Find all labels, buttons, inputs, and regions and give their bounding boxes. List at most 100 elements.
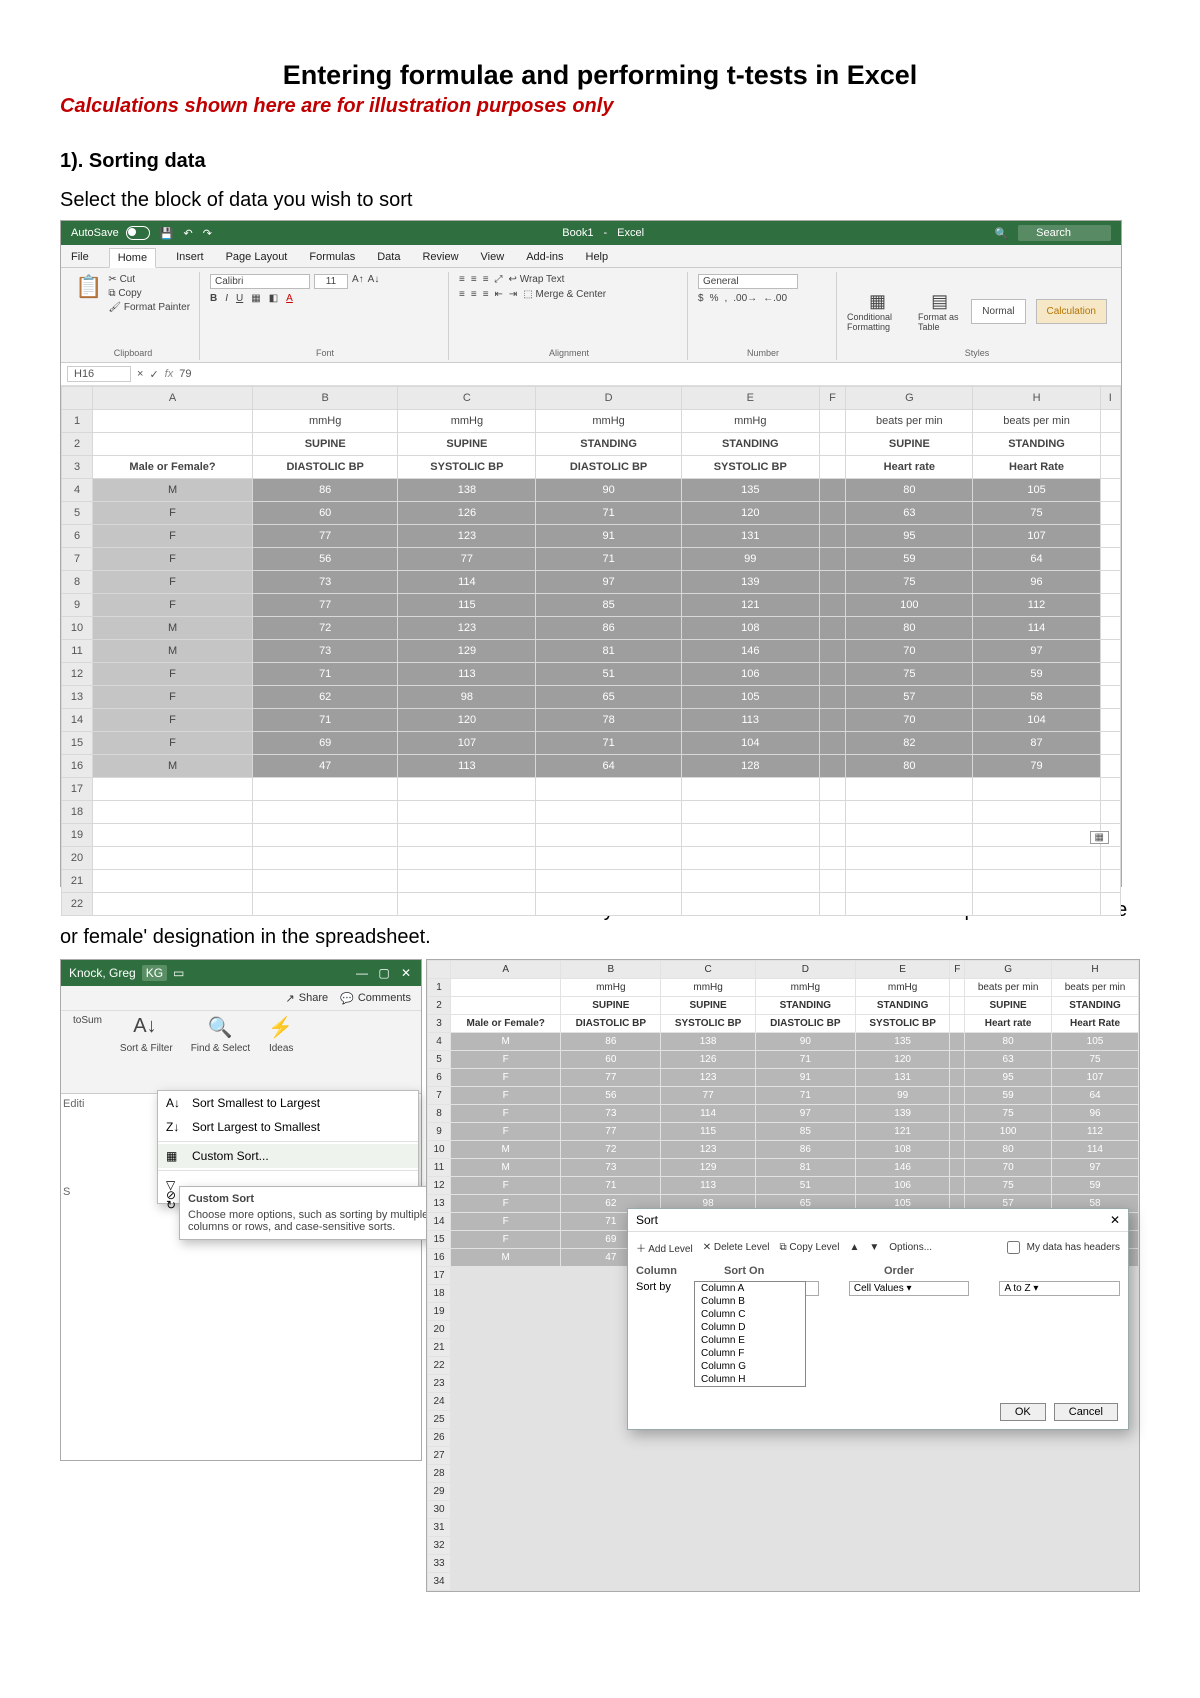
cell[interactable]: 91 bbox=[755, 1069, 855, 1087]
cell[interactable] bbox=[536, 847, 681, 870]
cell[interactable]: 108 bbox=[681, 617, 819, 640]
cell[interactable] bbox=[1100, 548, 1120, 571]
indent-inc-icon[interactable]: ⇥ bbox=[509, 289, 517, 300]
row-header[interactable]: 14 bbox=[428, 1213, 451, 1231]
cell[interactable]: M bbox=[451, 1249, 561, 1267]
cell[interactable]: 97 bbox=[1052, 1159, 1139, 1177]
cell-style-calculation[interactable]: Calculation bbox=[1036, 299, 1107, 324]
row-header[interactable]: 3 bbox=[428, 1015, 451, 1033]
cell[interactable] bbox=[755, 1519, 855, 1537]
conditional-formatting-icon[interactable]: ▦ bbox=[869, 291, 886, 312]
cell[interactable] bbox=[950, 1033, 965, 1051]
cell[interactable]: 90 bbox=[755, 1033, 855, 1051]
cell[interactable] bbox=[451, 1393, 561, 1411]
sort-by-option[interactable]: Column D bbox=[695, 1321, 805, 1334]
cell[interactable] bbox=[755, 1501, 855, 1519]
cell[interactable]: 81 bbox=[536, 640, 681, 663]
row-header[interactable]: 2 bbox=[428, 997, 451, 1015]
cell[interactable]: SYSTOLIC BP bbox=[855, 1015, 950, 1033]
cell[interactable] bbox=[950, 1483, 965, 1501]
cell[interactable]: 75 bbox=[973, 502, 1100, 525]
cell[interactable] bbox=[661, 1501, 756, 1519]
menu-custom-sort[interactable]: ▦ Custom Sort... bbox=[158, 1144, 418, 1168]
cell[interactable]: 73 bbox=[561, 1105, 661, 1123]
cell[interactable]: 105 bbox=[681, 686, 819, 709]
cell[interactable]: 60 bbox=[561, 1051, 661, 1069]
cell[interactable] bbox=[819, 433, 845, 456]
cell[interactable]: 71 bbox=[536, 732, 681, 755]
row-header[interactable]: 29 bbox=[428, 1483, 451, 1501]
cell[interactable]: 129 bbox=[398, 640, 536, 663]
col-header[interactable]: E bbox=[855, 961, 950, 979]
col-header[interactable]: H bbox=[973, 387, 1100, 410]
delete-level-button[interactable]: ✕ Delete Level bbox=[703, 1242, 770, 1253]
cell[interactable] bbox=[1100, 617, 1120, 640]
cell[interactable]: 59 bbox=[973, 663, 1100, 686]
row-header[interactable]: 3 bbox=[62, 456, 93, 479]
cell[interactable] bbox=[398, 870, 536, 893]
window-state-icon[interactable]: ▭ bbox=[173, 966, 184, 980]
font-name-select[interactable]: Calibri bbox=[210, 274, 310, 289]
row-header[interactable]: 8 bbox=[428, 1105, 451, 1123]
row-header[interactable]: 9 bbox=[62, 594, 93, 617]
cell[interactable]: mmHg bbox=[561, 979, 661, 997]
sort-by-option[interactable]: Column F bbox=[695, 1347, 805, 1360]
cell[interactable] bbox=[451, 1537, 561, 1555]
cell[interactable] bbox=[398, 801, 536, 824]
col-header[interactable]: I bbox=[1100, 387, 1120, 410]
cell[interactable]: 71 bbox=[536, 502, 681, 525]
cell[interactable] bbox=[661, 1537, 756, 1555]
cell[interactable] bbox=[451, 1501, 561, 1519]
cell[interactable]: F bbox=[451, 1123, 561, 1141]
cell[interactable]: 60 bbox=[253, 502, 398, 525]
cell[interactable]: 71 bbox=[755, 1051, 855, 1069]
row-header[interactable]: 19 bbox=[428, 1303, 451, 1321]
cell[interactable] bbox=[1052, 1447, 1139, 1465]
cell[interactable] bbox=[965, 1483, 1052, 1501]
cell[interactable] bbox=[846, 893, 973, 916]
cell[interactable]: M bbox=[451, 1141, 561, 1159]
cell[interactable] bbox=[1100, 502, 1120, 525]
cell[interactable] bbox=[681, 893, 819, 916]
row-header[interactable]: 10 bbox=[428, 1141, 451, 1159]
tab-review[interactable]: Review bbox=[420, 247, 460, 267]
find-select-label[interactable]: Find & Select bbox=[191, 1043, 250, 1054]
cell[interactable]: 120 bbox=[855, 1051, 950, 1069]
cell[interactable]: F bbox=[93, 663, 253, 686]
cell[interactable] bbox=[819, 686, 845, 709]
cell[interactable] bbox=[819, 548, 845, 571]
cell[interactable]: 108 bbox=[855, 1141, 950, 1159]
italic-button[interactable]: I bbox=[225, 293, 228, 304]
col-header[interactable]: A bbox=[451, 961, 561, 979]
cell[interactable]: 95 bbox=[965, 1069, 1052, 1087]
cell[interactable]: 79 bbox=[973, 755, 1100, 778]
cell[interactable]: 128 bbox=[681, 755, 819, 778]
row-header[interactable]: 8 bbox=[62, 571, 93, 594]
cell[interactable]: F bbox=[93, 502, 253, 525]
cell-style-normal[interactable]: Normal bbox=[971, 299, 1025, 324]
cell[interactable] bbox=[1052, 1465, 1139, 1483]
cell[interactable]: 47 bbox=[253, 755, 398, 778]
row-header[interactable]: 18 bbox=[62, 801, 93, 824]
cell[interactable] bbox=[855, 1501, 950, 1519]
cell[interactable]: M bbox=[93, 755, 253, 778]
cell[interactable]: 77 bbox=[561, 1069, 661, 1087]
cell[interactable] bbox=[1052, 1573, 1139, 1591]
row-header[interactable]: 32 bbox=[428, 1537, 451, 1555]
cell[interactable] bbox=[561, 1519, 661, 1537]
sort-on-select[interactable]: Cell Values ▾ bbox=[849, 1281, 970, 1296]
cell[interactable] bbox=[755, 1429, 855, 1447]
col-header[interactable]: G bbox=[965, 961, 1052, 979]
cell[interactable] bbox=[755, 1573, 855, 1591]
tab-formulas[interactable]: Formulas bbox=[307, 247, 357, 267]
row-header[interactable]: 28 bbox=[428, 1465, 451, 1483]
cell[interactable]: M bbox=[93, 617, 253, 640]
cell[interactable] bbox=[965, 1537, 1052, 1555]
cell[interactable] bbox=[93, 410, 253, 433]
cell[interactable]: 80 bbox=[965, 1033, 1052, 1051]
cell[interactable]: 131 bbox=[681, 525, 819, 548]
cell[interactable]: 77 bbox=[253, 594, 398, 617]
cell[interactable]: STANDING bbox=[973, 433, 1100, 456]
cell[interactable]: mmHg bbox=[398, 410, 536, 433]
cell[interactable]: 77 bbox=[253, 525, 398, 548]
